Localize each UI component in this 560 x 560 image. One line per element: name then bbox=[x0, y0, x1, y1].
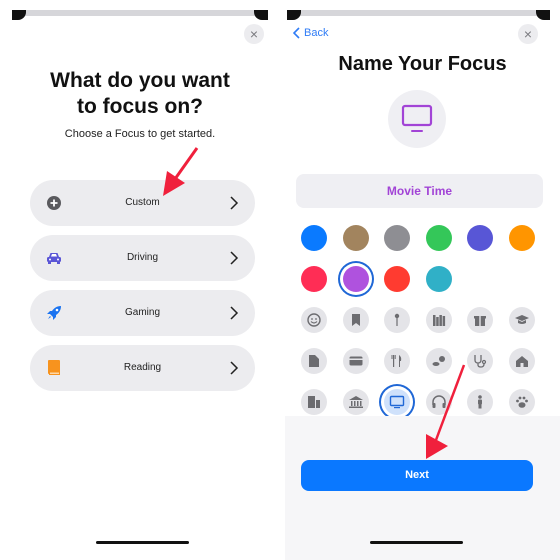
gift-icon bbox=[474, 316, 486, 326]
glyph-option[interactable] bbox=[467, 389, 493, 415]
credit-card-icon bbox=[349, 356, 362, 366]
bank-icon bbox=[348, 396, 363, 408]
focus-icon-preview bbox=[388, 90, 446, 148]
tv-icon bbox=[389, 395, 405, 409]
glyph-option[interactable] bbox=[342, 307, 369, 333]
home-indicator bbox=[370, 541, 463, 544]
color-swatch[interactable] bbox=[342, 266, 369, 292]
building-icon bbox=[308, 396, 320, 408]
subtitle: Choose a Focus to get started. bbox=[64, 128, 216, 140]
chevron-right-icon bbox=[230, 361, 239, 375]
glyph-option[interactable] bbox=[384, 389, 410, 415]
color-swatch[interactable] bbox=[508, 225, 535, 251]
glyph-option[interactable] bbox=[425, 307, 452, 333]
option-custom[interactable]: Custom bbox=[30, 180, 255, 226]
glyph-option[interactable] bbox=[301, 348, 327, 374]
color-swatch[interactable] bbox=[384, 225, 410, 251]
fork-knife-icon bbox=[391, 355, 402, 367]
back-button[interactable]: Back bbox=[293, 27, 328, 39]
option-label: Gaming bbox=[124, 307, 160, 318]
glyph-option[interactable] bbox=[508, 389, 535, 415]
page-title: What do you want to focus on? bbox=[0, 68, 280, 120]
color-swatch[interactable] bbox=[342, 225, 369, 251]
option-label: Reading bbox=[123, 362, 162, 373]
option-label: Driving bbox=[126, 252, 159, 263]
sheet-handle bbox=[287, 10, 550, 20]
sheet-handle bbox=[12, 10, 268, 20]
option-label: Custom bbox=[125, 197, 160, 208]
glyph-option[interactable] bbox=[425, 389, 452, 415]
glyph-option[interactable] bbox=[467, 307, 493, 333]
back-label: Back bbox=[304, 27, 329, 39]
glyph-option[interactable] bbox=[508, 348, 535, 374]
paw-icon bbox=[515, 396, 528, 408]
title-line-1: What do you want bbox=[50, 69, 230, 92]
glyph-option[interactable] bbox=[342, 348, 369, 374]
color-swatch[interactable] bbox=[301, 266, 327, 292]
document-icon bbox=[309, 355, 319, 367]
color-swatch[interactable] bbox=[301, 225, 327, 251]
option-reading[interactable]: Reading bbox=[30, 345, 255, 391]
focus-choice-screen: × What do you want to focus on? Choose a… bbox=[0, 0, 280, 560]
glyph-option[interactable] bbox=[384, 348, 410, 374]
bookmark-icon bbox=[351, 314, 360, 326]
house-icon bbox=[515, 356, 528, 367]
option-gaming[interactable]: Gaming bbox=[30, 290, 255, 336]
graduation-cap-icon bbox=[514, 315, 529, 324]
glyph-option[interactable] bbox=[342, 389, 369, 415]
close-button[interactable]: × bbox=[244, 24, 264, 44]
close-icon: × bbox=[249, 26, 259, 42]
headphones-icon bbox=[431, 395, 446, 408]
color-swatch[interactable] bbox=[384, 266, 410, 292]
glyph-option[interactable] bbox=[467, 348, 493, 374]
pin-icon bbox=[394, 313, 400, 326]
color-swatch[interactable] bbox=[467, 225, 493, 251]
color-swatch[interactable] bbox=[425, 266, 452, 292]
glyph-option[interactable] bbox=[301, 389, 327, 415]
title-line-2: to focus on? bbox=[77, 95, 203, 118]
chevron-right-icon bbox=[230, 306, 239, 320]
glyph-option[interactable] bbox=[301, 307, 327, 333]
glyph-option[interactable] bbox=[508, 307, 535, 333]
smiley-icon bbox=[307, 313, 321, 327]
stethoscope-icon bbox=[474, 355, 487, 368]
chevron-right-icon bbox=[230, 196, 239, 210]
chevron-right-icon bbox=[230, 251, 239, 265]
next-button[interactable]: Next bbox=[301, 460, 533, 491]
glyph-option[interactable] bbox=[425, 348, 452, 374]
books-icon bbox=[432, 315, 445, 326]
option-driving[interactable]: Driving bbox=[30, 235, 255, 281]
pills-icon bbox=[432, 356, 445, 366]
color-swatch[interactable] bbox=[425, 225, 452, 251]
name-focus-screen: Back × Name Your Focus Next bbox=[285, 0, 560, 560]
home-indicator bbox=[96, 541, 189, 544]
focus-name-input[interactable] bbox=[296, 174, 543, 208]
chevron-left-icon bbox=[293, 27, 300, 39]
page-title: Name Your Focus bbox=[338, 53, 507, 75]
tv-icon bbox=[401, 104, 433, 132]
close-button[interactable]: × bbox=[518, 24, 538, 44]
glyph-option[interactable] bbox=[384, 307, 410, 333]
close-icon: × bbox=[523, 26, 533, 42]
person-icon bbox=[478, 395, 482, 409]
